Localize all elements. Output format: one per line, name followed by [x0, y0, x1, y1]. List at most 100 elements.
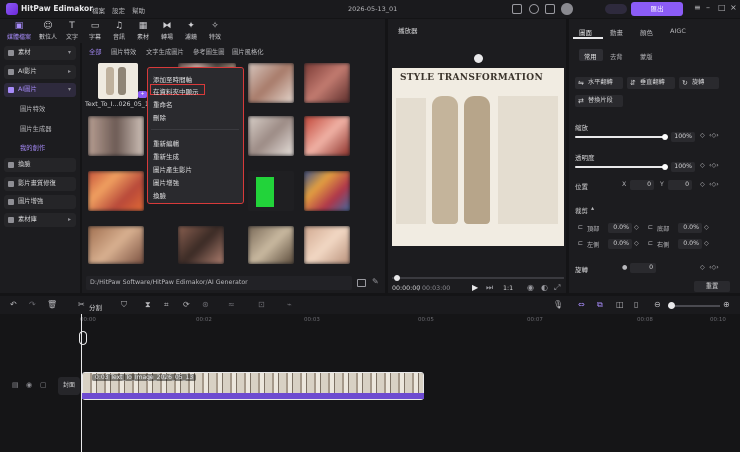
filter-tab-image-to-image[interactable]: 參考圖生圖	[193, 47, 224, 56]
preview-canvas[interactable]	[392, 68, 564, 246]
keyframe-icon[interactable]: ◇	[700, 162, 705, 169]
link-icon[interactable]: ⇔	[578, 300, 585, 309]
scale-slider-knob[interactable]	[662, 134, 668, 140]
tab-animation[interactable]: 動畫	[610, 27, 623, 37]
crop-right-input[interactable]: 0.0%	[678, 239, 702, 249]
flip-vertical-button[interactable]: ⇵ 垂直翻轉	[627, 77, 675, 89]
player-progress[interactable]	[392, 277, 564, 279]
cloud-icon[interactable]	[545, 4, 555, 14]
media-thumb[interactable]	[178, 226, 224, 264]
ctx-rename[interactable]: 重命名	[153, 99, 173, 109]
ctx-image-to-video[interactable]: 圖片產生影片	[153, 164, 192, 174]
keyframe-icon[interactable]: ◇	[700, 264, 705, 271]
media-thumb[interactable]	[304, 226, 350, 264]
keyframe-icon[interactable]: ◇	[700, 181, 705, 188]
close-icon[interactable]: ×	[730, 3, 737, 12]
maximize-icon[interactable]: □	[718, 3, 726, 12]
flip-horizontal-button[interactable]: ⇋ 水平翻轉	[575, 77, 623, 89]
reset-button[interactable]: 重置	[694, 281, 730, 292]
media-thumb-selected[interactable]	[98, 63, 138, 99]
filter-tab-image-effects[interactable]: 圖片特效	[111, 47, 136, 56]
audio-wave-icon[interactable]: ≈	[228, 300, 235, 309]
media-thumb[interactable]	[88, 171, 144, 211]
media-thumb[interactable]	[88, 116, 144, 156]
skip-icon[interactable]: ⏭	[486, 283, 493, 293]
fit-icon[interactable]: ⊡	[258, 300, 265, 309]
filter-tab-stylize[interactable]: 圖片風格化	[232, 47, 263, 56]
sidebar-item-image-enhance[interactable]: 圖片增強	[4, 195, 76, 209]
chevron-up-icon[interactable]: ▴	[591, 205, 594, 212]
ctx-add-to-timeline[interactable]: 添加至時間軸	[153, 74, 192, 84]
ai-edit-icon[interactable]: ◫	[616, 300, 624, 309]
keyframe-icon[interactable]: ◇	[704, 224, 709, 231]
opacity-slider-knob[interactable]	[662, 164, 668, 170]
menu-help[interactable]: 幫助	[132, 5, 145, 15]
tool-transition[interactable]: ⧓ 轉場	[155, 20, 179, 42]
media-thumb[interactable]	[304, 116, 350, 156]
ctx-face-swap[interactable]: 換臉	[153, 190, 166, 200]
keyframe-nav-icon[interactable]: ‹◇›	[709, 162, 719, 169]
shield-icon[interactable]: ⛉	[121, 300, 127, 310]
export-button[interactable]: 匯出	[631, 2, 683, 16]
sidebar-item-library[interactable]: 素材庫 ▸	[4, 213, 76, 227]
freeze-icon[interactable]: ⧗	[145, 300, 151, 310]
tool-filter[interactable]: ✦ 濾鏡	[179, 20, 203, 42]
media-thumb[interactable]	[248, 116, 294, 156]
tab-aigc[interactable]: AIGC	[670, 27, 686, 35]
ctx-regenerate[interactable]: 重新生成	[153, 151, 179, 161]
keyframe-icon[interactable]: ◇	[634, 224, 639, 231]
sidebar-item-ai-video[interactable]: AI影片 ▸	[4, 65, 76, 79]
sidebar-sub-my-creations[interactable]: 我的創作	[20, 143, 45, 152]
crop-icon[interactable]: ⌗	[164, 300, 169, 310]
output-path-field[interactable]: D:/HitPaw Software/HitPaw Edimakor/AI Ge…	[86, 276, 352, 290]
subtab-common[interactable]: 常用	[584, 52, 597, 61]
crop-left-input[interactable]: 0.0%	[608, 239, 632, 249]
keyframe-icon[interactable]: ◇	[704, 240, 709, 247]
rotate-button[interactable]: ↻ 旋轉	[679, 77, 719, 89]
folder-icon[interactable]	[357, 279, 366, 287]
minimize-icon[interactable]: –	[706, 3, 710, 12]
aspect-ratio-select[interactable]: 1:1	[503, 285, 513, 292]
credits-badge[interactable]	[605, 4, 627, 14]
split-label[interactable]: 分割	[89, 302, 102, 312]
ctx-show-in-folder[interactable]: 在資料夾中顯示	[153, 86, 199, 96]
subtab-mask[interactable]: 蒙版	[640, 52, 653, 61]
zoom-slider[interactable]	[668, 305, 720, 307]
media-thumb[interactable]	[248, 171, 294, 211]
media-thumb[interactable]	[304, 171, 350, 211]
magnet-icon[interactable]: ⧉	[597, 300, 603, 310]
cover-button[interactable]: 封面	[58, 377, 80, 395]
filter-tab-text-to-image[interactable]: 文字生成圖片	[146, 47, 184, 56]
tool-audio[interactable]: ♫ 音訊	[107, 20, 131, 42]
sidebar-sub-image-effects[interactable]: 圖片特效	[20, 104, 45, 113]
undo-icon[interactable]: ↶	[10, 300, 17, 309]
avatar[interactable]	[561, 3, 573, 15]
sidebar-item-video-repair[interactable]: 影片畫質修復	[4, 177, 76, 191]
tool-avatar[interactable]: ☺ 數位人	[35, 20, 61, 42]
marker-icon[interactable]: ▯	[634, 300, 638, 309]
tool-text[interactable]: T 文字	[61, 20, 83, 42]
visibility-icon[interactable]: ◉	[26, 381, 32, 389]
opacity-value[interactable]: 100%	[671, 162, 695, 172]
x-input[interactable]: 0	[630, 180, 654, 190]
menu-file[interactable]: 檔案	[92, 5, 105, 15]
tab-canvas[interactable]: 圖面	[579, 27, 592, 37]
tool-effects[interactable]: ✧ 特效	[203, 20, 227, 42]
tool-media[interactable]: ▣ 媒體檔案	[4, 20, 34, 42]
screen-icon[interactable]	[512, 4, 522, 14]
redo-icon[interactable]: ↷	[29, 300, 36, 309]
fullscreen-icon[interactable]: ⤢	[554, 283, 560, 293]
text-to-speech-icon[interactable]: ⌁	[287, 300, 292, 309]
ctx-reedit[interactable]: 重新編輯	[153, 138, 179, 148]
ctx-image-enhance[interactable]: 圖片增強	[153, 177, 179, 187]
zoom-out-icon[interactable]: ⊖	[654, 300, 661, 309]
rotate-input[interactable]: 0	[630, 263, 656, 273]
sidebar-item-materials[interactable]: 素材 ▾	[4, 46, 76, 60]
lock-icon[interactable]: ▢	[40, 381, 47, 389]
notification-icon[interactable]	[529, 4, 539, 14]
rotate-dial-icon[interactable]: ●	[622, 264, 627, 271]
crop-top-input[interactable]: 0.0%	[608, 223, 632, 233]
y-input[interactable]: 0	[668, 180, 692, 190]
tool-sticker[interactable]: ▦ 素材	[131, 20, 155, 42]
zoom-slider-knob[interactable]	[668, 302, 675, 309]
